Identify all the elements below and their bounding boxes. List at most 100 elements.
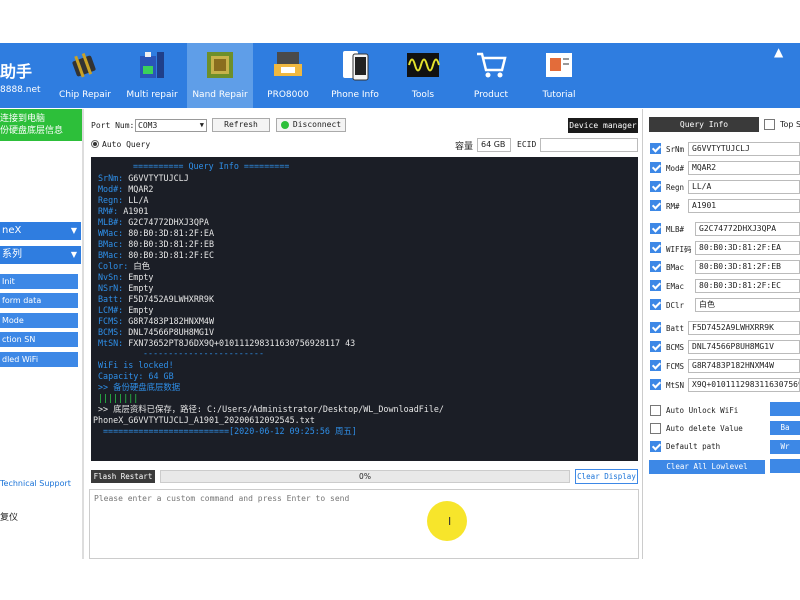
side-action-button-1[interactable] [770, 402, 800, 416]
side-action-button-3[interactable]: Wr [770, 440, 800, 454]
query-field-checkbox[interactable] [650, 322, 661, 333]
query-field-label: WIFI码 [666, 245, 692, 254]
query-field-checkbox[interactable] [650, 162, 661, 173]
console-field-value: G8R7483P182HNXM4W [128, 316, 214, 326]
query-field-value[interactable]: G8R7483P182HNXM4W [688, 359, 800, 373]
auto-delete-label: Auto delete Value [666, 424, 743, 433]
query-field-value[interactable]: X9Q+0101112983116307569 [688, 378, 800, 392]
device-manager-button[interactable]: Device manager [568, 118, 638, 133]
side-action-button-2[interactable]: Ba [770, 421, 800, 435]
console-saved-file: PhoneX_G6VVTYTUJCLJ_A1901_20200612092545… [93, 415, 315, 425]
multi-repair-icon [140, 52, 164, 78]
command-input[interactable] [94, 494, 634, 503]
query-field-value[interactable]: 80:B0:3D:81:2F:EC [695, 279, 800, 293]
nav-chip-repair[interactable]: Chip Repair [52, 43, 118, 108]
query-field-value[interactable]: A1901 [688, 199, 800, 213]
chevron-down-icon: ▼ [70, 250, 77, 259]
auto-delete-checkbox[interactable] [650, 423, 661, 434]
console-field-value: 80:B0:3D:81:2F:EC [128, 250, 214, 260]
capacity-label: 容量 [455, 142, 474, 152]
port-select[interactable]: COM3 ▼ [135, 119, 207, 132]
tutorial-icon [546, 53, 572, 77]
capacity-field[interactable]: 64 GB [477, 138, 511, 152]
console-output[interactable]: ========== Query Info ========= SrNm: G6… [91, 157, 638, 461]
query-info-button[interactable]: Query Info [649, 117, 759, 132]
technical-support-link[interactable]: Technical Support [0, 479, 71, 488]
nav-label: PRO8000 [267, 90, 309, 100]
query-field-checkbox[interactable] [650, 360, 661, 371]
query-field-value[interactable]: G6VVTYTUJCLJ [688, 142, 800, 156]
query-field-value[interactable]: LL/A [688, 180, 800, 194]
auto-unlock-label: Auto Unlock WiFi [666, 406, 739, 415]
nav-label: Tutorial [542, 90, 576, 100]
query-field-value[interactable]: 80:B0:3D:81:2F:EB [695, 260, 800, 274]
query-field-label: FCMS [666, 362, 685, 371]
auto-unlock-checkbox[interactable] [650, 405, 661, 416]
query-field-value[interactable]: 80:B0:3D:81:2F:EA [695, 241, 800, 255]
query-field-value[interactable]: MQAR2 [688, 161, 800, 175]
console-field-key: Mod#: [98, 184, 124, 194]
console-progress-bars: |||||||| [98, 393, 139, 403]
query-field-checkbox[interactable] [650, 143, 661, 154]
default-path-checkbox[interactable] [650, 441, 661, 452]
nav-nand-repair[interactable]: Nand Repair [187, 43, 253, 108]
query-field-label: MLB# [666, 225, 685, 234]
query-field-label: MtSN [666, 381, 685, 390]
series-dropdown[interactable]: 系列 ▼ [0, 246, 81, 264]
console-field-value: G2C74772DHXJ3QPA [128, 217, 209, 227]
console-field-line: SrNm: G6VVTYTUJCLJ [98, 173, 189, 184]
chip-repair-icon [72, 53, 96, 78]
nav-tutorial[interactable]: Tutorial [526, 43, 592, 108]
init-button[interactable]: Init [0, 274, 78, 289]
query-field-value[interactable]: DNL74566P8UH8MG1V [688, 340, 800, 354]
top-label: Top S [780, 120, 800, 129]
disconnect-button[interactable]: Disconnect [276, 118, 346, 132]
clear-all-lowlevel-button[interactable]: Clear All Lowlevel [649, 460, 765, 474]
query-field-checkbox[interactable] [650, 200, 661, 211]
query-field-checkbox[interactable] [650, 341, 661, 352]
query-field-checkbox[interactable] [650, 223, 661, 234]
correction-sn-button[interactable]: ction SN [0, 332, 78, 347]
nav-product[interactable]: Product [458, 43, 524, 108]
top-checkbox[interactable] [764, 119, 775, 130]
console-field-key: LCM#: [98, 305, 124, 315]
nav-phone-info[interactable]: Phone Info [322, 43, 388, 108]
console-wifi-locked: WiFi is locked! [98, 360, 174, 370]
left-bottom-label: 复仪 [0, 513, 19, 523]
query-field-checkbox[interactable] [650, 181, 661, 192]
flash-restart-button[interactable]: Flash Restart [91, 470, 155, 483]
console-saved: >> 底层资料已保存，路径: C:/Users/Administrator/De… [98, 404, 444, 414]
console-field-key: BCMS: [98, 327, 124, 337]
console-header: ========== Query Info ========= [133, 161, 290, 171]
progress-bar: 0% [160, 470, 570, 483]
query-field-checkbox[interactable] [650, 379, 661, 390]
mode-button[interactable]: Mode [0, 313, 78, 328]
console-field-key: MtSN: [98, 338, 124, 348]
disabled-wifi-button[interactable]: dled WiFi [0, 352, 78, 367]
model-dropdown[interactable]: neX ▼ [0, 222, 81, 240]
status-line-2: 份硬盘底层信息 [0, 126, 64, 136]
chevron-down-icon: ▼ [199, 121, 204, 129]
query-field-value[interactable]: G2C74772DHXJ3QPA [695, 222, 800, 236]
query-field-checkbox[interactable] [650, 299, 661, 310]
query-field-checkbox[interactable] [650, 280, 661, 291]
nav-multi-repair[interactable]: Multi repair [119, 43, 185, 108]
port-select-value: COM3 [138, 121, 158, 130]
ecid-field[interactable] [540, 138, 638, 152]
status-line-1: 连接到电脑 [0, 114, 46, 124]
user-menu-icon[interactable]: ▲ [774, 45, 790, 59]
auto-query-radio[interactable] [91, 140, 99, 148]
refresh-button[interactable]: Refresh [212, 118, 270, 132]
clear-display-button[interactable]: Clear Display [575, 469, 638, 484]
nav-pro8000[interactable]: PRO8000 [255, 43, 321, 108]
query-field-checkbox[interactable] [650, 261, 661, 272]
query-field-checkbox[interactable] [650, 242, 661, 253]
query-field-value[interactable]: F5D7452A9LWHXRR9K [688, 321, 800, 335]
command-box[interactable] [89, 489, 639, 559]
console-field-value: LL/A [128, 195, 149, 205]
nav-tools[interactable]: Tools [390, 43, 456, 108]
query-field-value[interactable]: 白色 [695, 298, 800, 312]
console-field-value: A1901 [123, 206, 149, 216]
side-action-button-4[interactable] [770, 459, 800, 473]
form-data-button[interactable]: form data [0, 293, 78, 308]
